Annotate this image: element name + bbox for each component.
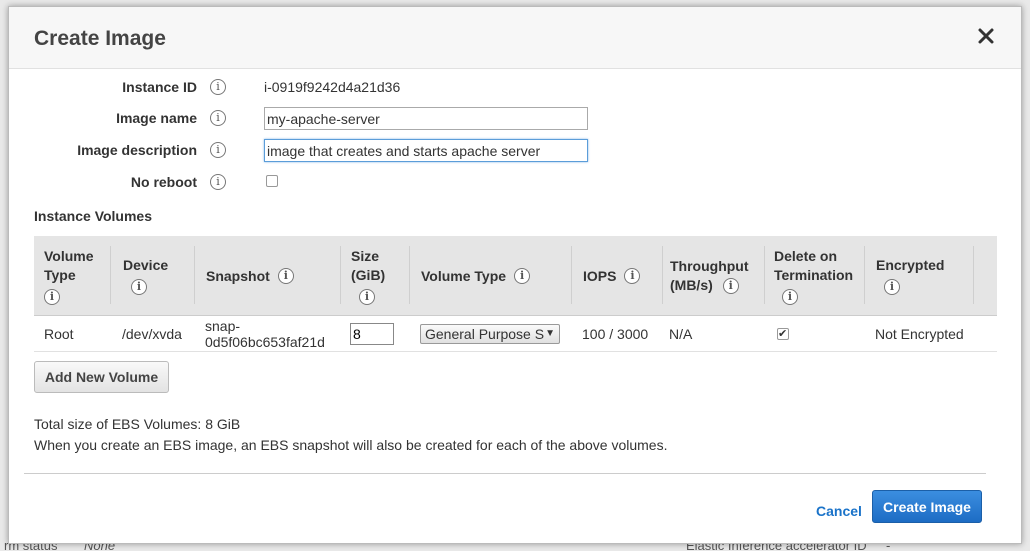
table-header: Volume Type i Device i Snapshot i Size (… [34, 236, 997, 316]
cell-snapshot: snap- 0d5f06bc653faf21d [205, 316, 325, 352]
add-new-volume-button[interactable]: Add New Volume [34, 361, 169, 393]
col-device-label: Device [123, 257, 169, 273]
volumes-table: Volume Type i Device i Snapshot i Size (… [34, 236, 997, 352]
cell-size [350, 316, 394, 352]
col-encrypted: Encrypted i [876, 236, 976, 316]
dialog-title: Create Image [34, 27, 166, 50]
column-divider [194, 246, 195, 304]
cell-device: /dev/xvda [122, 326, 182, 342]
col-throughput-label-2: (MB/s) [670, 277, 713, 293]
create-image-button[interactable]: Create Image [872, 490, 982, 523]
cell-iops: 100 / 3000 [582, 326, 649, 342]
snapshot-note-text: When you create an EBS image, an EBS sna… [34, 437, 668, 453]
image-name-label: Image name [116, 110, 197, 126]
col-throughput: Throughput (MB/s) i [670, 236, 765, 316]
instance-id-label: Instance ID [122, 79, 197, 95]
col-volume-type-label: Volume [44, 247, 94, 264]
info-icon[interactable]: i [44, 288, 60, 305]
col-size-label-2: (GiB) [351, 266, 386, 283]
col-encrypted-label: Encrypted [876, 257, 945, 273]
footer-divider [24, 473, 986, 474]
col-volume-type-label-2: Type [44, 266, 76, 283]
total-size-text: Total size of EBS Volumes: 8 GiB [34, 416, 241, 432]
col-snapshot: Snapshot i [206, 236, 336, 316]
info-icon[interactable]: i [277, 268, 294, 284]
col-size: Size (GiB) i [351, 236, 411, 316]
info-icon[interactable]: i [359, 288, 375, 305]
column-divider [764, 246, 765, 304]
info-icon[interactable]: i [884, 279, 900, 296]
col-delete-label: Delete on [774, 247, 838, 264]
col-throughput-label: Throughput [670, 258, 749, 274]
col-delete-on-termination: Delete on Termination i [774, 236, 869, 316]
dialog-header: Create Image [9, 7, 1021, 69]
no-reboot-row: No reboot i [9, 170, 1023, 194]
info-icon[interactable]: i [514, 268, 531, 284]
cancel-button[interactable]: Cancel [816, 503, 862, 519]
close-icon[interactable] [975, 25, 997, 47]
column-divider [973, 246, 974, 304]
instance-id-row: Instance ID i i-0919f9242d4a21d36 [9, 75, 1023, 99]
cell-snapshot-line1: snap- [205, 318, 241, 334]
info-icon[interactable]: i [210, 110, 226, 126]
no-reboot-checkbox[interactable] [266, 175, 278, 187]
col-volume-kind: Volume Type i [421, 236, 571, 316]
info-icon[interactable]: i [782, 288, 798, 305]
instance-id-value: i-0919f9242d4a21d36 [264, 79, 401, 95]
col-iops: IOPS i [583, 236, 663, 316]
column-divider [110, 246, 111, 304]
info-icon[interactable]: i [210, 174, 226, 190]
create-image-dialog: Create Image Instance ID i i-0919f9242d4… [8, 6, 1022, 544]
cell-delete-on-termination [777, 316, 789, 352]
col-size-label: Size [351, 247, 380, 264]
cell-volume-kind: General Purpose S ▼ [420, 316, 560, 352]
image-name-row: Image name i [9, 106, 1023, 130]
size-input[interactable] [350, 323, 394, 345]
col-delete-label-2: Termination [774, 266, 854, 283]
cell-snapshot-line2: 0d5f06bc653faf21d [205, 334, 325, 350]
image-description-row: Image description i [9, 138, 1023, 162]
col-volume-kind-label: Volume Type [421, 267, 507, 284]
info-icon[interactable]: i [131, 279, 147, 296]
col-device: Device i [123, 236, 198, 316]
col-iops-label: IOPS [583, 267, 617, 284]
cell-volume-type: Root [44, 326, 74, 342]
column-divider [571, 246, 572, 304]
column-divider [864, 246, 865, 304]
column-divider [340, 246, 341, 304]
delete-on-termination-checkbox[interactable] [777, 326, 789, 342]
col-snapshot-label: Snapshot [206, 267, 270, 284]
table-row: Root /dev/xvda snap- 0d5f06bc653faf21d G… [34, 316, 997, 352]
image-name-input[interactable] [264, 107, 588, 130]
instance-volumes-title: Instance Volumes [34, 208, 153, 224]
column-divider [409, 246, 410, 304]
cell-encrypted: Not Encrypted [875, 326, 964, 342]
volume-type-select[interactable]: General Purpose S ▼ [420, 324, 560, 344]
image-description-input[interactable] [264, 139, 588, 162]
no-reboot-label: No reboot [130, 174, 197, 190]
chevron-down-icon: ▼ [545, 328, 555, 339]
info-icon[interactable]: i [210, 142, 226, 158]
info-icon[interactable]: i [210, 79, 226, 95]
info-icon[interactable]: i [624, 268, 641, 284]
volume-type-selected: General Purpose S [425, 326, 545, 342]
image-description-label: Image description [77, 142, 197, 158]
cell-throughput: N/A [669, 326, 693, 342]
col-volume-type: Volume Type i [44, 236, 114, 316]
info-icon[interactable]: i [722, 278, 739, 295]
column-divider [662, 246, 663, 304]
